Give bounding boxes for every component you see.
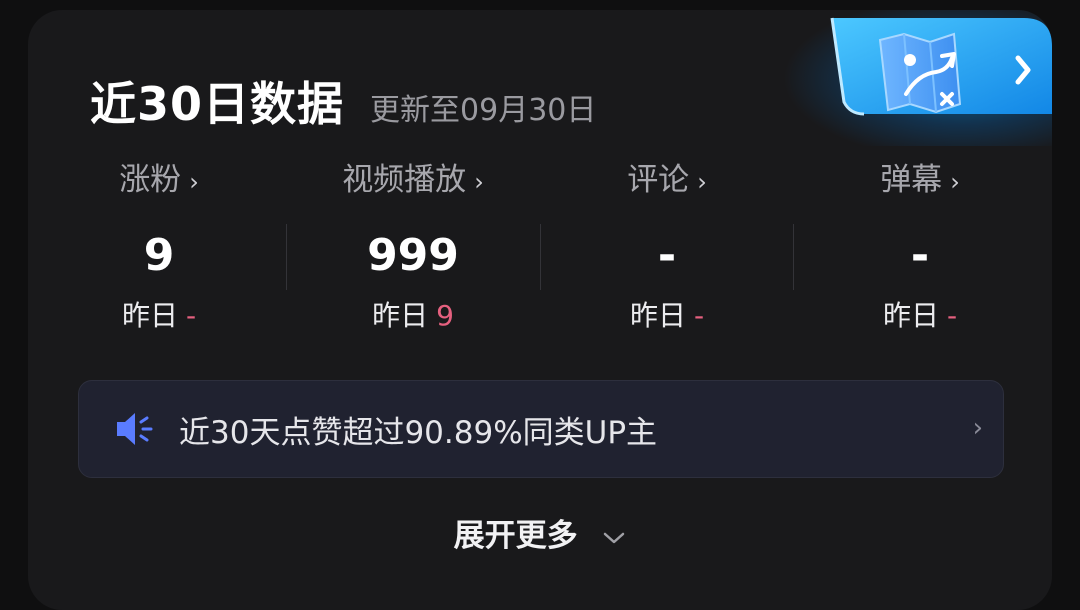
chevron-right-icon: › — [189, 168, 199, 196]
expand-more-label: 展开更多 — [453, 518, 578, 554]
notice-text: 近30天点赞超过90.89%同类UP主 — [179, 414, 658, 451]
data-card: 近30日数据 更新至09月30日 涨粉 › 9 昨日 - 视频播放 › 999 昨日 9… — [28, 10, 1052, 610]
card-header: 近30日数据 更新至09月30日 — [90, 68, 596, 134]
stat-sub-label: 昨日 — [629, 299, 686, 332]
stat-delta: 9 — [436, 299, 454, 332]
stat-sub-label: 昨日 — [882, 299, 939, 332]
stat-label: 视频播放 — [342, 162, 467, 198]
stat-sub-label: 昨日 — [372, 299, 429, 332]
chevron-right-icon: › — [950, 168, 960, 196]
stat-label: 评论 — [627, 162, 690, 198]
stat-value: 9 — [143, 230, 175, 281]
chevron-right-icon: › — [697, 168, 707, 196]
stat-sub-label: 昨日 — [121, 299, 178, 332]
stat-delta: - — [185, 299, 197, 332]
page-title: 近30日数据 — [90, 77, 345, 131]
expand-more-button[interactable]: 展开更多 — [28, 510, 1052, 555]
speaker-icon — [117, 413, 153, 445]
stat-delta: - — [946, 299, 958, 332]
chevron-right-icon: › — [474, 168, 484, 196]
achievement-notice[interactable]: 近30天点赞超过90.89%同类UP主 › — [78, 380, 1004, 478]
update-date: 更新至09月30日 — [370, 93, 597, 128]
chevron-right-icon: › — [972, 413, 983, 443]
stat-comments[interactable]: 评论 › - 昨日 - — [540, 160, 794, 336]
stat-fans[interactable]: 涨粉 › 9 昨日 - — [32, 160, 286, 336]
stat-value: 999 — [367, 230, 459, 281]
stat-label: 涨粉 — [119, 162, 182, 198]
stat-delta: - — [693, 299, 705, 332]
strategy-badge[interactable] — [782, 10, 1052, 146]
stat-label: 弹幕 — [880, 162, 943, 198]
stats-row: 涨粉 › 9 昨日 - 视频播放 › 999 昨日 9 评论 › - 昨日 - 弹幕 › - … — [28, 160, 1048, 360]
stat-value: - — [910, 230, 930, 281]
chevron-down-icon — [604, 532, 625, 543]
strategy-map-icon — [830, 17, 1052, 116]
stat-video-plays[interactable]: 视频播放 › 999 昨日 9 — [286, 160, 540, 336]
stat-value: - — [657, 230, 677, 281]
stat-danmaku[interactable]: 弹幕 › - 昨日 - — [793, 160, 1047, 336]
